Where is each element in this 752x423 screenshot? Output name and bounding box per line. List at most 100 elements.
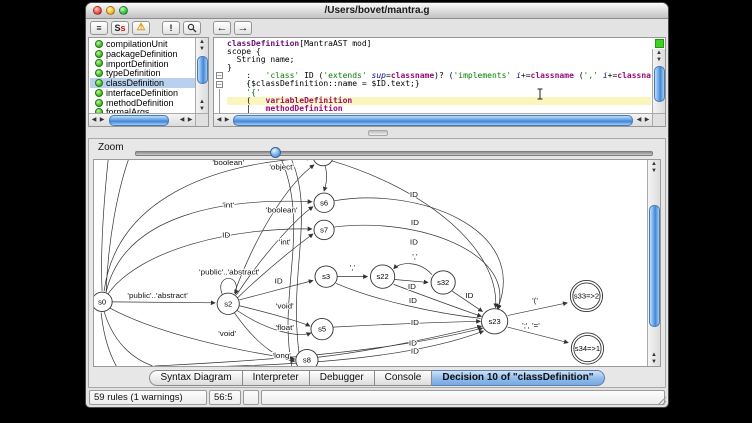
rule-item-label: packageDefinition (106, 49, 178, 59)
window-controls (93, 6, 128, 15)
scroll-up-icon[interactable]: ▲ (196, 99, 208, 105)
back-button[interactable]: ← (213, 21, 231, 35)
scroll-right-icon[interactable]: ▶ (223, 114, 231, 126)
editor-horizontal-scrollbar[interactable]: ◀ ▶ ◀ ▶ (214, 113, 652, 126)
rule-item-packageDefinition[interactable]: packageDefinition (90, 49, 195, 59)
code-area[interactable]: classDefinition[MantraAST mod]scope { St… (227, 40, 651, 113)
scroll-down-icon[interactable]: ▼ (196, 46, 208, 52)
scroll-right-icon[interactable]: ▶ (98, 114, 106, 126)
scroll-right-icon[interactable]: ▶ (643, 114, 651, 126)
tab-console[interactable]: Console (375, 370, 433, 386)
ideas-button[interactable]: ! (162, 21, 180, 35)
zoom-controls: Zoom (89, 139, 665, 158)
scroll-left-icon[interactable]: ◀ (635, 114, 643, 126)
rule-item-interfaceDefinition[interactable]: interfaceDefinition (90, 88, 195, 98)
node-label: s7 (320, 226, 328, 235)
fold-marker[interactable]: – (216, 81, 223, 88)
node-label: s23 (489, 317, 501, 326)
horizontal-splitter[interactable] (88, 127, 666, 138)
resize-grip[interactable] (656, 395, 667, 406)
exclamation-icon: ! (170, 23, 173, 33)
graph-node-s8: s8 (296, 349, 318, 366)
scroll-right-icon[interactable]: ▶ (186, 114, 194, 126)
tab-interpreter[interactable]: Interpreter (243, 370, 310, 386)
fold-marker[interactable]: – (216, 72, 223, 79)
scroll-thumb[interactable] (197, 56, 208, 84)
rule-icon (95, 40, 103, 48)
rule-item-classDefinition[interactable]: classDefinition (90, 78, 195, 88)
status-bar: 59 rules (1 warnings)56:5 (89, 390, 665, 405)
scroll-left-icon[interactable]: ◀ (215, 114, 223, 126)
scroll-left-icon[interactable]: ◀ (90, 114, 98, 126)
caret-position-status: 56:5 (209, 390, 241, 405)
zoom-window-button[interactable] (119, 6, 128, 15)
scroll-down-icon[interactable]: ▼ (648, 359, 660, 365)
code-line: {$classDefinition::name = $ID.text;} (227, 80, 651, 88)
scroll-up-icon[interactable]: ▲ (648, 161, 660, 167)
rules-list-panel: compilationUnitpackageDefinitionimportDe… (88, 37, 209, 127)
zoom-label: Zoom (98, 142, 124, 153)
graph-edge (195, 331, 484, 366)
scroll-thumb[interactable] (654, 66, 665, 102)
graph-edge (318, 326, 481, 357)
rule-icon (95, 59, 103, 67)
tab-decision-10-of-classdefinition[interactable]: Decision 10 of "classDefinition" (432, 370, 604, 386)
edge-label: ID (409, 296, 417, 305)
scroll-thumb[interactable] (649, 205, 660, 326)
graph-edge (292, 160, 302, 366)
editor-vertical-scrollbar[interactable]: ▲ ▼ (652, 49, 665, 113)
forward-button[interactable]: → (234, 21, 252, 35)
fold-guide-line (219, 89, 220, 113)
scroll-thumb[interactable] (233, 115, 633, 126)
edge-label: ID (411, 218, 419, 227)
editor-gutter: –– (214, 38, 226, 113)
warnings-button[interactable]: ⚠ (132, 21, 150, 35)
graph-edge (324, 166, 327, 191)
minimize-window-button[interactable] (106, 6, 115, 15)
node-label: s3 (322, 272, 330, 281)
edge-label: 'int' (279, 238, 291, 247)
zoom-slider[interactable] (135, 147, 653, 158)
node-label: s22 (377, 272, 389, 281)
scroll-down-icon[interactable]: ▼ (648, 168, 660, 174)
window-titlebar[interactable]: /Users/bovet/mantra.g (86, 3, 668, 19)
close-window-button[interactable] (93, 6, 102, 15)
graph-node-s7: s7 (314, 220, 334, 239)
decision-panel: Zoom 'public'..'abstract''public'..'abst… (88, 138, 666, 388)
edge-label: ';', '=' (522, 321, 540, 330)
scroll-up-icon[interactable]: ▲ (196, 39, 208, 45)
dfa-graph-panel: 'public'..'abstract''public'..'abstract'… (93, 159, 661, 367)
scroll-left-icon[interactable]: ◀ (178, 114, 186, 126)
find-button[interactable] (183, 21, 201, 35)
zoom-slider-thumb[interactable] (270, 147, 281, 158)
tab-syntax-diagram[interactable]: Syntax Diagram (149, 370, 242, 386)
scroll-thumb[interactable] (109, 115, 169, 126)
rule-icon (95, 89, 103, 97)
scroll-down-icon[interactable]: ▼ (196, 106, 208, 112)
graph-node-s23: s23 (482, 309, 508, 334)
scroll-down-icon[interactable]: ▼ (653, 57, 665, 63)
tab-debugger[interactable]: Debugger (310, 370, 375, 386)
warning-icon: ⚠ (137, 23, 146, 33)
rule-item-typeDefinition[interactable]: typeDefinition (90, 68, 195, 78)
graph-vertical-scrollbar[interactable]: ▲ ▼ ▲ ▼ (647, 160, 660, 366)
node-label: s34=>1 (575, 344, 600, 353)
rule-item-compilationUnit[interactable]: compilationUnit (90, 39, 195, 49)
dfa-graph[interactable]: 'public'..'abstract''public'..'abstract'… (94, 160, 647, 366)
syntax-coloring-button[interactable]: Ss (111, 21, 129, 35)
grammar-editor[interactable]: –– classDefinition[MantraAST mod]scope {… (213, 37, 666, 127)
rule-item-methodDefinition[interactable]: methodDefinition (90, 98, 195, 108)
rules-vertical-scrollbar[interactable]: ▲ ▼ ▲ ▼ (195, 38, 208, 113)
status-message-field (261, 390, 665, 405)
rule-item-importDefinition[interactable]: importDefinition (90, 59, 195, 69)
scroll-up-icon[interactable]: ▲ (653, 50, 665, 56)
graph-edge (106, 160, 128, 292)
rules-horizontal-scrollbar[interactable]: ◀ ▶ ◀ ▶ (89, 113, 195, 126)
scroll-up-icon[interactable]: ▲ (648, 352, 660, 358)
edge-label: 'void' (218, 329, 236, 338)
zoom-slider-track[interactable] (135, 151, 653, 156)
rules-view-button[interactable]: ≡ (90, 21, 108, 35)
edge-label: 'void' (276, 302, 294, 311)
edge-label: 'object' (269, 163, 294, 172)
rules-list[interactable]: compilationUnitpackageDefinitionimportDe… (90, 39, 195, 113)
